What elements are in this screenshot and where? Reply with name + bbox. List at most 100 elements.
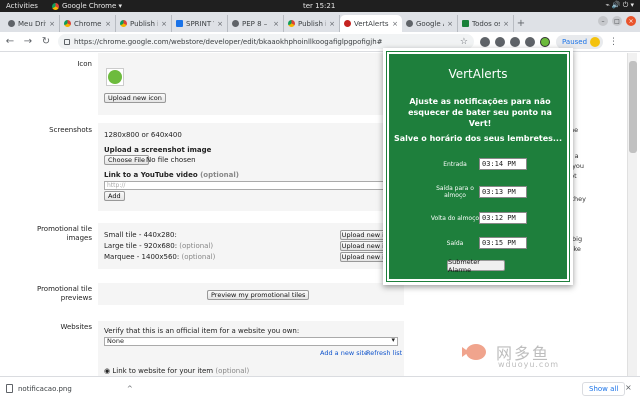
tab-0[interactable]: Meu Drive× xyxy=(4,15,60,32)
marquee-label: Marquee - 1400x560: (optional) xyxy=(104,253,216,261)
add-video-button[interactable]: Add xyxy=(104,191,125,201)
app-menu-label: Google Chrome ▾ xyxy=(61,2,123,10)
maximize-icon[interactable]: □ xyxy=(612,16,622,26)
reload-icon[interactable]: ↻ xyxy=(40,36,52,48)
close-window-icon[interactable]: × xyxy=(626,16,636,26)
popup-panel: VertAlerts Ajuste as notificações para n… xyxy=(386,51,570,282)
system-tray[interactable]: ⌁ 🔊 ⏻ ▾ xyxy=(605,1,634,10)
promo-preview-label: Promotional tile previews xyxy=(36,285,92,302)
google-icon xyxy=(406,20,413,27)
large-tile-label: Large tile - 920x680: (optional) xyxy=(104,242,214,250)
icon-section-bg xyxy=(98,53,404,115)
popup-subtitle-2: Salve o horário dos seus lembretes... xyxy=(393,134,563,143)
drive-icon xyxy=(8,20,15,27)
close-tab-icon[interactable]: × xyxy=(447,20,453,28)
tab-7[interactable]: Google Ac× xyxy=(402,15,458,32)
extension-icon[interactable] xyxy=(480,36,490,47)
saida-time-input[interactable]: 03:15 PM xyxy=(479,237,527,249)
small-tile-label: Small tile - 440x280: xyxy=(104,231,177,239)
extension-icon[interactable] xyxy=(510,36,520,47)
chrome-icon xyxy=(51,2,59,10)
preview-promo-button[interactable]: Preview my promotional tiles xyxy=(207,290,310,300)
saida-almoco-label: Saída para o almoço xyxy=(436,185,474,199)
promo-label: Promotional tile images xyxy=(36,225,92,242)
sheet-icon xyxy=(462,20,469,27)
close-tab-icon[interactable]: × xyxy=(503,20,509,28)
fish-logo-icon xyxy=(462,340,492,364)
icon-label: Icon xyxy=(77,60,92,68)
radio-icon[interactable]: ◉ xyxy=(104,367,110,375)
close-tab-icon[interactable]: × xyxy=(105,20,111,28)
address-bar[interactable]: https://chrome.google.com/webstore/devel… xyxy=(58,34,474,49)
saida-almoco-time-input[interactable]: 03:13 PM xyxy=(479,186,527,198)
file-icon xyxy=(6,384,13,393)
tab-2[interactable]: Publish in× xyxy=(116,15,172,32)
back-icon[interactable]: ← xyxy=(4,36,16,48)
kebab-menu-icon[interactable]: ⋮ xyxy=(609,37,618,47)
watermark-en: wduoyu.com xyxy=(498,360,560,369)
doc-icon xyxy=(176,20,183,27)
tab-8[interactable]: Todos os e× xyxy=(458,15,514,32)
no-file-text: No file chosen xyxy=(146,156,196,164)
forward-icon[interactable]: → xyxy=(22,36,34,48)
submit-alarm-button[interactable]: Submeter Alarme xyxy=(447,258,505,274)
bookmark-star-icon[interactable]: ☆ xyxy=(460,37,468,47)
profile-status: Paused xyxy=(562,37,588,46)
choose-file-button[interactable]: Choose File xyxy=(104,155,149,165)
activities-button[interactable]: Activities xyxy=(6,2,38,10)
window-controls: – □ × xyxy=(598,16,636,26)
verify-text: Verify that this is an official item for… xyxy=(104,327,300,335)
page-scrollbar[interactable] xyxy=(627,53,637,376)
tab-6-active[interactable]: VertAlerts × xyxy=(340,15,402,32)
youtube-heading: Link to a YouTube video (optional) xyxy=(104,171,239,179)
tab-3[interactable]: SPRINT VE× xyxy=(172,15,228,32)
minimize-icon[interactable]: – xyxy=(598,16,608,26)
youtube-url-input[interactable]: http:// xyxy=(104,181,388,190)
profile-button[interactable]: Paused xyxy=(556,34,604,49)
close-tab-icon[interactable]: × xyxy=(392,20,398,28)
popup-title: VertAlerts xyxy=(448,67,508,81)
vertalerts-popup: VertAlerts Ajuste as notificações para n… xyxy=(383,48,573,285)
clock[interactable]: ter 15:21 xyxy=(303,2,335,10)
popup-subtitle: Ajuste as notificações para não esquecer… xyxy=(408,97,552,128)
close-tab-icon[interactable]: × xyxy=(161,20,167,28)
downloads-shelf: notificacao.png ^ Show all × xyxy=(0,376,640,400)
vertalerts-extension-icon[interactable] xyxy=(540,36,550,47)
vertalerts-icon xyxy=(108,70,122,84)
extension-icons xyxy=(480,36,550,47)
tab-4[interactable]: PEP 8 – St× xyxy=(228,15,284,32)
youtube-optional: (optional) xyxy=(200,171,239,179)
app-menu[interactable]: Google Chrome ▾ xyxy=(51,2,123,10)
screenshots-label: Screenshots xyxy=(49,126,92,134)
close-tab-icon[interactable]: × xyxy=(49,20,55,28)
screenshot-sizes: 1280x800 or 640x400 xyxy=(104,131,182,139)
new-tab-button[interactable]: + xyxy=(514,15,528,32)
websites-label: Websites xyxy=(60,323,92,331)
upload-icon-button[interactable]: Upload new icon xyxy=(104,93,166,103)
link-website-label: ◉ Link to website for your item (optiona… xyxy=(104,367,250,375)
chevron-up-icon[interactable]: ^ xyxy=(127,385,133,393)
close-tab-icon[interactable]: × xyxy=(273,20,279,28)
chrome-icon xyxy=(64,20,71,27)
show-all-button[interactable]: Show all xyxy=(582,382,626,396)
close-tab-icon[interactable]: × xyxy=(329,20,335,28)
add-site-link[interactable]: Add a new site xyxy=(320,349,368,357)
scrollbar-thumb[interactable] xyxy=(629,61,637,153)
lock-icon[interactable] xyxy=(64,38,70,45)
saida-label: Saída xyxy=(446,240,464,247)
download-item[interactable]: notificacao.png ^ xyxy=(6,384,133,393)
chrome-icon xyxy=(120,20,127,27)
close-shelf-icon[interactable]: × xyxy=(625,383,632,392)
tab-1[interactable]: Chrome W× xyxy=(60,15,116,32)
close-tab-icon[interactable]: × xyxy=(217,20,223,28)
extension-icon[interactable] xyxy=(495,36,505,47)
tab-strip: Meu Drive× Chrome W× Publish in× SPRINT … xyxy=(0,12,640,32)
volta-almoco-time-input[interactable]: 03:12 PM xyxy=(479,212,527,224)
avatar xyxy=(590,36,601,47)
upload-screenshot-heading: Upload a screenshot image xyxy=(104,146,212,154)
extension-icon[interactable] xyxy=(525,36,535,47)
tab-5[interactable]: Publish in× xyxy=(284,15,340,32)
website-select[interactable]: None xyxy=(104,337,398,346)
refresh-list-link[interactable]: Refresh list xyxy=(366,349,402,357)
entrada-time-input[interactable]: 03:14 PM xyxy=(479,158,527,170)
